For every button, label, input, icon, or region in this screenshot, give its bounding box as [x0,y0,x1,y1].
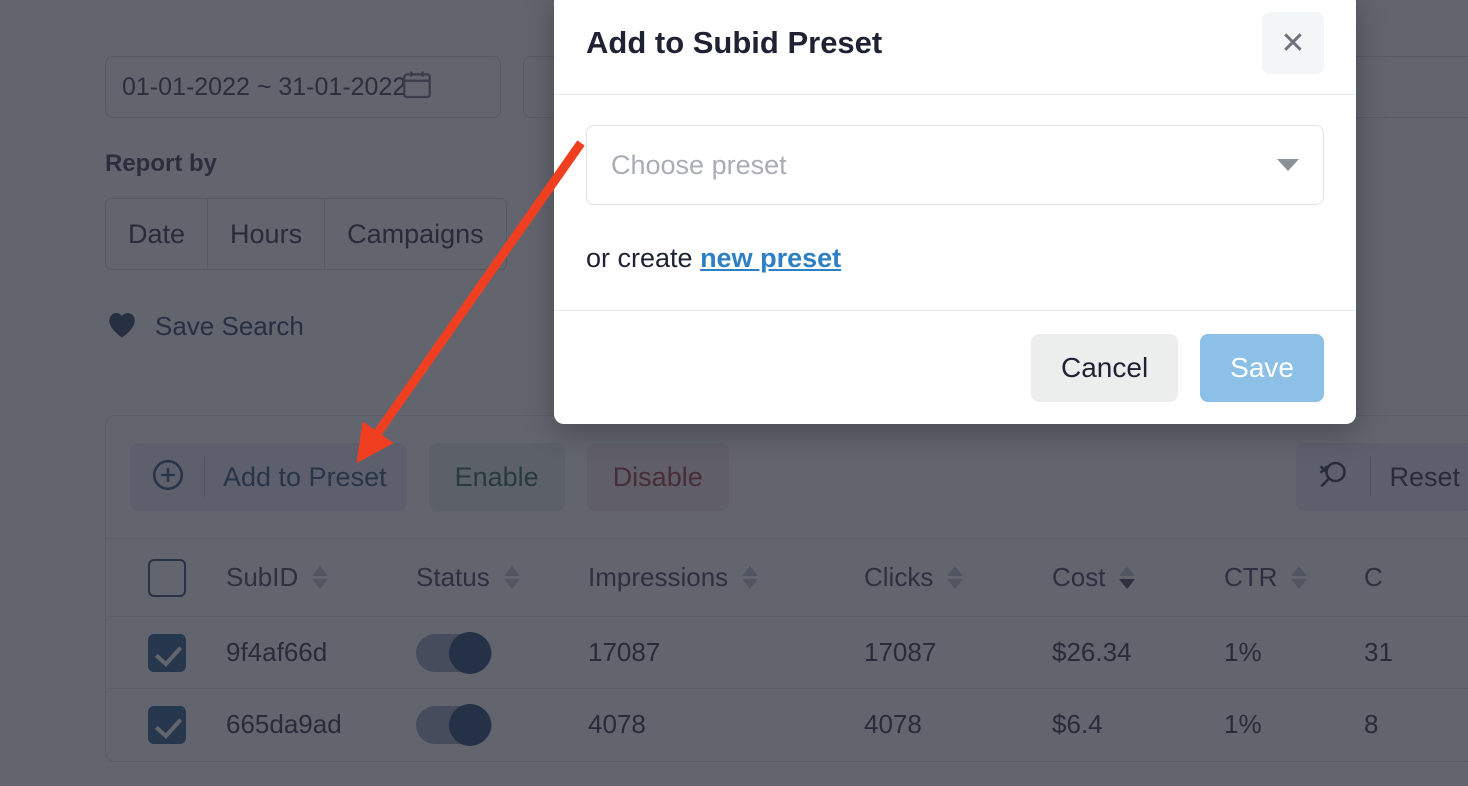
cancel-button[interactable]: Cancel [1031,333,1179,402]
preset-select[interactable]: Choose preset [586,125,1324,205]
new-preset-link[interactable]: new preset [700,243,841,273]
dialog-title: Add to Subid Preset [586,25,883,60]
dialog-body: Choose preset or create new preset [554,95,1356,311]
chevron-down-icon [1277,159,1299,171]
dialog-header: Add to Subid Preset ✕ [554,0,1356,95]
save-button[interactable]: Save [1200,333,1324,402]
close-icon[interactable]: ✕ [1262,12,1324,74]
add-to-subid-preset-dialog: Add to Subid Preset ✕ Choose preset or c… [554,0,1356,424]
screen: 01-01-2022 ~ 31-01-2022 Country... Repor… [0,0,1468,786]
create-preset-prefix: or create [586,243,701,273]
create-preset-line: or create new preset [586,243,1324,274]
dialog-footer: Cancel Save [554,311,1356,424]
preset-select-placeholder: Choose preset [611,149,787,180]
